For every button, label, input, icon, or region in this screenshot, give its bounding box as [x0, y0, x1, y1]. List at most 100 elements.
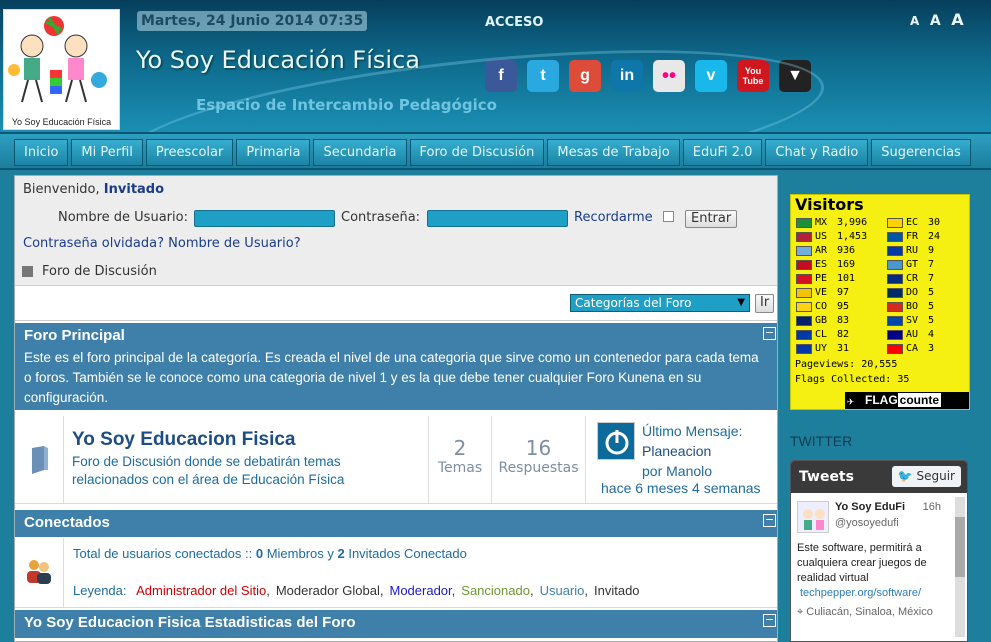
country-code: CO — [815, 301, 828, 312]
connected-total: Total de usuarios conectados :: 0 Miembr… — [73, 546, 467, 561]
last-post-avatar[interactable] — [597, 422, 635, 460]
section-title-connected[interactable]: Conectados — [15, 510, 777, 535]
tweets-title[interactable]: Tweets — [799, 469, 854, 485]
country-code: GT — [906, 259, 919, 270]
twitter-widget-header: Tweets 🐦 Seguir — [791, 461, 967, 493]
connected-row: Total de usuarios conectados :: 0 Miembr… — [15, 538, 777, 608]
twitter-widget: Tweets 🐦 Seguir Yo Soy EduFi 16h @yosoyed… — [790, 460, 968, 642]
username-input[interactable] — [194, 210, 335, 227]
acceso-link[interactable]: ACCESO — [485, 15, 543, 30]
country-count: 83 — [837, 315, 850, 326]
country-code: VE — [815, 287, 828, 298]
forum-breadcrumb[interactable]: Foro de Discusión — [42, 264, 157, 279]
follow-button[interactable]: 🐦 Seguir — [891, 466, 961, 487]
country-count: 1,453 — [837, 231, 868, 242]
nav-item-preescolar[interactable]: Preescolar — [145, 139, 234, 166]
country-flag-icon — [887, 343, 903, 354]
flickr-icon[interactable]: •• — [653, 60, 685, 92]
flag-counter-brand-text: FLAG — [865, 393, 898, 407]
flag-counter-widget[interactable]: Visitors Pageviews: 20,555 Flags Collect… — [790, 194, 970, 410]
country-count: 5 — [928, 315, 935, 326]
vimeo-icon[interactable]: v — [695, 60, 727, 92]
section-description: Este es el foro principal de la categorí… — [24, 350, 759, 405]
country-count: 5 — [928, 287, 935, 298]
topics-cell: 2 Temas — [429, 416, 492, 503]
collapse-icon[interactable]: − — [763, 614, 776, 627]
section-title-stats[interactable]: Yo Soy Educacion Fisica Estadisticas del… — [15, 610, 777, 635]
dropdown-icon[interactable]: ▼ — [779, 60, 811, 92]
facebook-icon[interactable]: f — [485, 60, 517, 92]
forum-name-link[interactable]: Yo Soy Educacion Fisica — [72, 429, 296, 451]
pageviews: Pageviews: 20,555 — [795, 359, 898, 370]
nav-item-sugerencias[interactable]: Sugerencias — [871, 139, 971, 166]
forum-folder-icon — [32, 446, 48, 474]
login-button[interactable]: Entrar — [685, 210, 738, 228]
go-button[interactable]: Ir — [755, 294, 775, 313]
visitor-country-row: ES 169 — [796, 259, 855, 270]
country-code: RU — [906, 245, 919, 256]
font-reset-button[interactable]: A — [930, 13, 943, 29]
country-count: 9 — [928, 245, 935, 256]
youtube-icon[interactable]: You Tube — [737, 60, 769, 92]
font-decrease-button[interactable]: A — [910, 14, 921, 28]
linkedin-icon[interactable]: in — [611, 60, 643, 92]
nav-item-secundaria[interactable]: Secundaria — [313, 139, 407, 166]
members-count: 0 — [255, 546, 264, 561]
visitor-country-row: CL 82 — [796, 329, 849, 340]
forum-description: Foro de Discusión donde se debatirán tem… — [72, 454, 345, 487]
country-flag-icon — [796, 301, 812, 312]
collapse-icon[interactable]: − — [763, 327, 776, 340]
tweets-scrollbar[interactable] — [955, 497, 965, 637]
tweet-avatar[interactable] — [797, 501, 829, 533]
welcome-text: Bienvenido, — [23, 182, 100, 197]
password-input[interactable] — [427, 210, 568, 227]
tweet-link[interactable]: techpepper.org/software/ — [800, 586, 961, 601]
nav-item-mesas-de-trabajo[interactable]: Mesas de Trabajo — [547, 139, 680, 166]
font-increase-button[interactable]: A — [951, 10, 965, 29]
last-post-title[interactable]: Planeacion — [642, 441, 742, 461]
visitor-country-row: FR 24 — [887, 231, 940, 242]
google-icon[interactable]: g — [569, 60, 601, 92]
twitter-icon[interactable]: t — [527, 60, 559, 92]
country-count: 936 — [837, 245, 856, 256]
tweet-author[interactable]: Yo Soy EduFi — [835, 501, 905, 513]
country-flag-icon — [887, 273, 903, 284]
country-code: SV — [906, 315, 919, 326]
visitors-title: Visitors — [795, 195, 864, 214]
section-title-principal[interactable]: Foro Principal — [15, 323, 777, 348]
nav-item-chat-y-radio[interactable]: Chat y Radio — [765, 139, 869, 166]
nav-item-foro-de-discusión[interactable]: Foro de Discusión — [409, 139, 545, 166]
collapse-icon[interactable]: − — [763, 514, 776, 527]
category-select[interactable]: Categorías del Foro ▼ — [570, 294, 750, 312]
nav-item-inicio[interactable]: Inicio — [14, 139, 69, 166]
visitor-country-row: PE 101 — [796, 273, 855, 284]
remember-label: Recordarme — [574, 210, 653, 225]
country-code: PE — [815, 273, 828, 284]
twitter-bird-icon: 🐦 — [897, 469, 913, 483]
visitor-country-row: UY 31 — [796, 343, 849, 354]
members-label: Miembros y — [263, 546, 338, 561]
category-bar: Categorías del Foro ▼ Ir — [15, 287, 777, 321]
nav-item-primaria[interactable]: Primaria — [236, 139, 311, 166]
visitor-country-row: RU 9 — [887, 245, 934, 256]
chevron-down-icon: ▼ — [737, 297, 745, 308]
country-flag-icon — [887, 315, 903, 326]
login-box: Bienvenido, Invitado Nombre de Usuario: … — [15, 176, 777, 286]
visitor-country-row: GB 83 — [796, 315, 849, 326]
site-logo[interactable]: Yo Soy Educación Física — [3, 9, 120, 130]
site-title[interactable]: Yo Soy Educación Física — [136, 46, 420, 74]
nav-item-mi-perfil[interactable]: Mi Perfil — [71, 139, 143, 166]
forum-row: Yo Soy Educacion Fisica Foro de Discusió… — [15, 416, 777, 504]
country-flag-icon — [796, 287, 812, 298]
nav-item-edufi-2-0[interactable]: EduFi 2.0 — [682, 139, 763, 166]
user-legend: Leyenda: Administrador del Sitio, Moderad… — [73, 583, 640, 598]
country-flag-icon — [796, 245, 812, 256]
last-post-author[interactable]: por Manolo — [642, 461, 742, 481]
remember-checkbox[interactable] — [663, 211, 674, 222]
tweet-handle[interactable]: @yosoyedufi — [835, 515, 961, 531]
forgot-password-link[interactable]: Contraseña olvidada? — [23, 236, 164, 251]
forgot-username-link[interactable]: Nombre de Usuario? — [168, 236, 300, 251]
tweet-item: Yo Soy EduFi 16h @yosoyedufi Este softwar… — [791, 493, 967, 626]
replies-count: 16 — [525, 436, 552, 460]
users-icon-cell — [15, 538, 64, 607]
